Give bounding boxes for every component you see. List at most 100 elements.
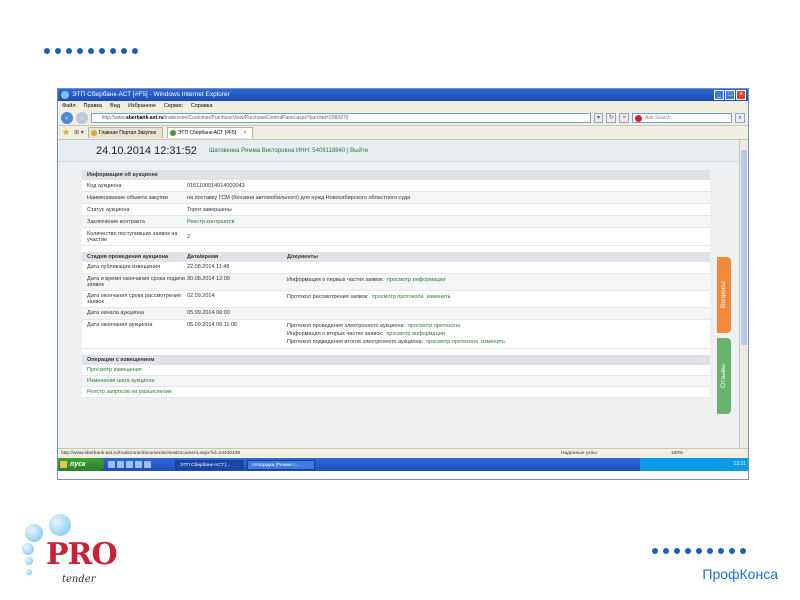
view-info-link[interactable]: просмотр информации bbox=[386, 331, 445, 337]
view-protocol-link[interactable]: просмотр протокола bbox=[426, 339, 478, 345]
taskbar-item-doc[interactable]: площадка [Режим с... bbox=[247, 459, 315, 470]
window-controls: _ □ × bbox=[714, 90, 746, 100]
tab-label: ЭТП Сбербанк-АСТ [#F5] bbox=[177, 130, 237, 136]
quicklaunch-icon[interactable] bbox=[108, 461, 115, 468]
url-domain: sberbank-ast.ru bbox=[126, 115, 164, 121]
quick-launch bbox=[108, 461, 151, 468]
search-go-icon[interactable]: ⌕ bbox=[735, 113, 745, 123]
stage-name: Дата окончания срока рассмотрения заявок bbox=[87, 293, 181, 305]
doc-label: Информация о вторых частях заявок: bbox=[287, 331, 384, 337]
stage-row: Дата окончания аукциона 05.09.2014 06:11… bbox=[82, 320, 710, 349]
stop-icon[interactable]: × bbox=[619, 113, 630, 123]
decorative-dots-bottom bbox=[652, 548, 746, 554]
slide: ЭТП Сбербанк-АСТ [#F5] - Windows Interne… bbox=[0, 0, 800, 600]
stage-row: Дата публикации извещения 22.08.2014 11:… bbox=[82, 262, 710, 274]
go-dropdown-icon[interactable]: ▾ bbox=[593, 113, 604, 123]
tab-bar: ★ ⊞ ▾ Главная Портал Закупок ЭТП Сбербан… bbox=[58, 126, 748, 140]
quicklaunch-icon[interactable] bbox=[117, 461, 124, 468]
doc-label: Информация о первых частях заявок: bbox=[287, 277, 384, 283]
stages-table: Дата публикации извещения 22.08.2014 11:… bbox=[82, 262, 710, 349]
zoom-level[interactable]: 100% bbox=[671, 449, 748, 458]
search-placeholder: Ask Search bbox=[645, 115, 671, 121]
menu-tools[interactable]: Сервис bbox=[164, 101, 183, 111]
ask-search-icon bbox=[635, 115, 643, 122]
info-key: Количество поступивших заявок на участие bbox=[87, 230, 178, 243]
logo-bubble bbox=[26, 569, 32, 575]
reviews-side-tab[interactable]: Отзывы bbox=[717, 338, 731, 414]
ops-list: Просмотр извещения Изменение шага аукцио… bbox=[82, 365, 710, 398]
company-name: ПрофКонса bbox=[702, 566, 778, 582]
edit-link[interactable]: изменить bbox=[427, 294, 451, 300]
stage-name: Дата окончания аукциона bbox=[87, 322, 153, 328]
logo-bubble bbox=[22, 543, 34, 555]
menu-favorites[interactable]: Избранное bbox=[128, 101, 156, 111]
start-label: пуск bbox=[70, 461, 86, 468]
stage-name: Дата публикации извещения bbox=[87, 264, 161, 270]
info-row: Код аукциона 0151100014914000043 bbox=[82, 180, 710, 192]
stage-docs: Протокол рассмотрения заявок: просмотр п… bbox=[287, 293, 710, 305]
quicklaunch-icon[interactable] bbox=[126, 461, 133, 468]
tab-portal[interactable]: Главная Портал Закупок bbox=[87, 127, 163, 138]
url-prefix: http://www. bbox=[101, 115, 127, 121]
close-button[interactable]: × bbox=[736, 90, 746, 100]
user-info-link[interactable]: Шатовкина Римма Викторовна ИНН: 54061188… bbox=[209, 148, 368, 154]
info-row: Статус аукциона Торги завершены bbox=[82, 204, 710, 216]
tab-favicon bbox=[90, 130, 97, 136]
menu-edit[interactable]: Правка bbox=[84, 101, 103, 111]
col-docs: Документы bbox=[287, 254, 318, 260]
page-header: 24.10.2014 12:31:52 Шатовкина Римма Викт… bbox=[58, 140, 741, 162]
doc-label: Протокол подведения итогов электронного … bbox=[287, 339, 424, 345]
forward-button[interactable]: › bbox=[75, 112, 88, 124]
quicklaunch-icon[interactable] bbox=[135, 461, 142, 468]
start-button[interactable]: пуск bbox=[58, 458, 104, 471]
info-section-title: Информация об аукционе bbox=[82, 170, 710, 180]
search-input[interactable]: Ask Search bbox=[632, 113, 733, 123]
change-step-link[interactable]: Изменение шага аукциона bbox=[82, 376, 710, 387]
menu-view[interactable]: Вид bbox=[110, 101, 120, 111]
doc-line: Информация о вторых частях заявок: просм… bbox=[287, 331, 445, 337]
logo-bubble bbox=[25, 524, 43, 542]
tab-favicon bbox=[169, 130, 176, 136]
menu-file[interactable]: Файл bbox=[62, 101, 76, 111]
info-key: Заключение контракта bbox=[87, 218, 145, 225]
url-field[interactable]: http://www.sberbank-ast.ru/tradezone/Cus… bbox=[90, 113, 591, 123]
view-protocol-link[interactable]: просмотр протокола bbox=[408, 323, 460, 329]
minimize-button[interactable]: _ bbox=[714, 90, 724, 100]
questions-side-tab[interactable]: Вопросы bbox=[717, 257, 731, 333]
tab-close-icon[interactable]: × bbox=[243, 130, 246, 136]
stage-date: 02.09.2014 bbox=[187, 293, 215, 299]
tab-sberbank-ast[interactable]: ЭТП Сбербанк-АСТ [#F5] × bbox=[166, 127, 254, 138]
doc-line: Протокол проведения электронного аукцион… bbox=[287, 323, 460, 329]
favorites-star-icon[interactable]: ★ bbox=[62, 127, 70, 138]
edit-link[interactable]: изменить bbox=[481, 339, 505, 345]
logo-tender-text: tender bbox=[62, 574, 96, 585]
stage-date: 22.08.2014 11:48 bbox=[187, 264, 230, 270]
menu-bar: Файл Правка Вид Избранное Сервис Справка bbox=[58, 101, 748, 111]
maximize-button[interactable]: □ bbox=[725, 90, 735, 100]
quicklaunch-icon[interactable] bbox=[144, 461, 151, 468]
refresh-icon[interactable]: ↻ bbox=[606, 113, 617, 123]
clarification-requests-link[interactable]: Реестр запросов на разъяснение bbox=[82, 387, 710, 398]
ops-section-title: Операции с извещением bbox=[82, 355, 710, 365]
decorative-dots-top bbox=[44, 48, 138, 54]
stage-docs bbox=[287, 310, 710, 317]
info-row: Количество поступивших заявок на участие… bbox=[82, 228, 710, 246]
info-value: 0151100014914000043 bbox=[187, 182, 245, 189]
vertical-scrollbar[interactable] bbox=[739, 140, 748, 448]
menu-help[interactable]: Справка bbox=[191, 101, 213, 111]
contracts-registry-link[interactable]: Реестр контрактов bbox=[187, 219, 710, 225]
url-path: /tradezone/Customer/PurchaseView/Purchas… bbox=[163, 115, 349, 121]
view-protocol-link[interactable]: просмотр протокола bbox=[372, 294, 424, 300]
doc-label: Протокол проведения электронного аукцион… bbox=[287, 323, 406, 329]
stage-docs: Протокол проведения электронного аукцион… bbox=[287, 322, 710, 346]
view-notice-link[interactable]: Просмотр извещения bbox=[82, 365, 710, 376]
tab-list-icon[interactable]: ⊞ ▾ bbox=[74, 129, 84, 136]
view-info-link[interactable]: просмотр информации bbox=[387, 277, 446, 283]
logo-bubble bbox=[25, 557, 33, 565]
doc-line: Протокол подведения итогов электронного … bbox=[287, 339, 505, 345]
scrollbar-thumb[interactable] bbox=[741, 150, 747, 345]
taskbar-item-ie[interactable]: ЭТП Сбербанк-АСТ [... bbox=[175, 459, 243, 470]
stage-docs bbox=[287, 264, 710, 271]
logo-bubble bbox=[49, 514, 71, 536]
back-button[interactable]: ‹ bbox=[61, 112, 73, 124]
